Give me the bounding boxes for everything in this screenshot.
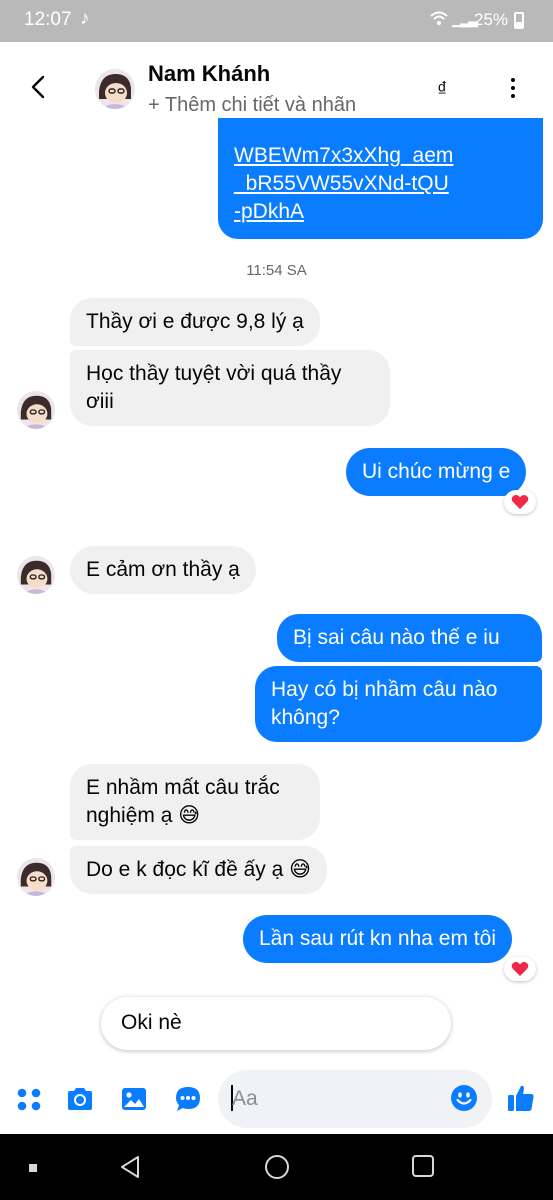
message-link-line[interactable]: -pDkhA <box>234 198 527 226</box>
thumbs-up-icon[interactable] <box>505 1082 537 1114</box>
message-out[interactable]: Ui chúc mừng e <box>346 448 527 496</box>
message-in[interactable]: E nhầm mất câu trắc nghiệm ạ 😅 <box>70 764 320 840</box>
heart-reaction[interactable] <box>504 957 536 981</box>
message-text: E cảm ơn thầy ạ <box>86 558 240 581</box>
wifi-icon <box>430 11 448 25</box>
heart-icon <box>511 962 529 976</box>
message-text: nghiệm ạ 😅 <box>86 804 201 827</box>
nav-home-icon[interactable] <box>264 1154 290 1180</box>
message-link-out[interactable]: WBEWm7x3xXhg_aem _bR55VW55vXNd-tQU -pDkh… <box>218 118 543 239</box>
message-text: Học thầy tuyệt vời quá thầy <box>86 362 342 385</box>
sender-avatar[interactable] <box>17 858 55 896</box>
message-input[interactable]: Aa <box>218 1070 492 1128</box>
gallery-icon[interactable] <box>119 1084 149 1114</box>
message-out[interactable]: Hay có bị nhầm câu nào không? <box>255 666 542 742</box>
message-text: không? <box>271 706 340 729</box>
message-composer: Aa <box>0 1062 553 1134</box>
quick-reply-text: Oki nè <box>121 1011 182 1034</box>
sender-avatar[interactable] <box>17 556 55 594</box>
recents-dot-icon[interactable] <box>28 1163 38 1173</box>
message-text: Thầy ơi e được 9,8 lý ạ <box>86 310 304 333</box>
message-text: E nhầm mất câu trắc <box>86 776 280 799</box>
nav-recents-icon[interactable] <box>411 1154 435 1178</box>
contact-name[interactable]: Nam Khánh <box>148 61 270 87</box>
chat-bubble-icon[interactable] <box>173 1084 203 1114</box>
message-link-line[interactable]: WBEWm7x3xXhg_aem <box>234 142 527 170</box>
heart-reaction[interactable] <box>504 490 536 514</box>
message-text: Ui chúc mừng e <box>362 460 511 483</box>
system-nav-bar <box>0 1134 553 1200</box>
message-input-placeholder: Aa <box>232 1087 258 1110</box>
message-in[interactable]: Thầy ơi e được 9,8 lý ạ <box>70 298 320 346</box>
message-out[interactable]: Bị sai câu nào thế e iu <box>277 614 542 662</box>
message-out[interactable]: Lần sau rút kn nha em tôi <box>243 915 512 963</box>
add-details-link[interactable]: + Thêm chi tiết và nhãn <box>148 94 356 117</box>
heart-icon <box>511 495 529 509</box>
message-timestamp: 11:54 SA <box>246 262 307 279</box>
camera-icon[interactable] <box>65 1084 95 1114</box>
back-arrow-icon[interactable] <box>28 74 50 100</box>
message-text: ơiii <box>86 390 114 413</box>
nav-back-icon[interactable] <box>118 1154 142 1180</box>
message-in[interactable]: Do e k đọc kĩ đề ấy ạ 😅 <box>70 846 328 894</box>
message-text: Bị sai câu nào thế e iu <box>293 626 500 649</box>
battery-icon <box>514 12 524 29</box>
status-time: 12:07 <box>24 9 72 30</box>
tiktok-icon: ♪ <box>80 8 90 29</box>
currency-icon[interactable]: ₫ <box>437 79 447 102</box>
battery-percent: 25% <box>474 10 509 29</box>
message-text: Hay có bị nhầm câu nào <box>271 678 498 701</box>
more-icon[interactable] <box>502 75 524 101</box>
quick-reply-suggestion[interactable]: Oki nè <box>101 997 451 1050</box>
status-bar: 12:07 ♪ ▁▂▃ 25% <box>0 0 553 42</box>
message-in[interactable]: E cảm ơn thầy ạ <box>70 546 256 594</box>
emoji-icon[interactable] <box>450 1084 478 1112</box>
message-in[interactable]: Học thầy tuyệt vời quá thầy ơiii <box>70 350 390 426</box>
message-text: Lần sau rút kn nha em tôi <box>259 927 496 950</box>
message-link-line[interactable]: _bR55VW55vXNd-tQU <box>234 170 527 198</box>
message-text: Do e k đọc kĩ đề ấy ạ 😅 <box>86 858 312 881</box>
signal-icon: ▁▂▃ <box>452 12 478 27</box>
sender-avatar[interactable] <box>17 391 55 429</box>
avatar[interactable] <box>95 69 135 109</box>
apps-icon[interactable] <box>14 1084 44 1114</box>
